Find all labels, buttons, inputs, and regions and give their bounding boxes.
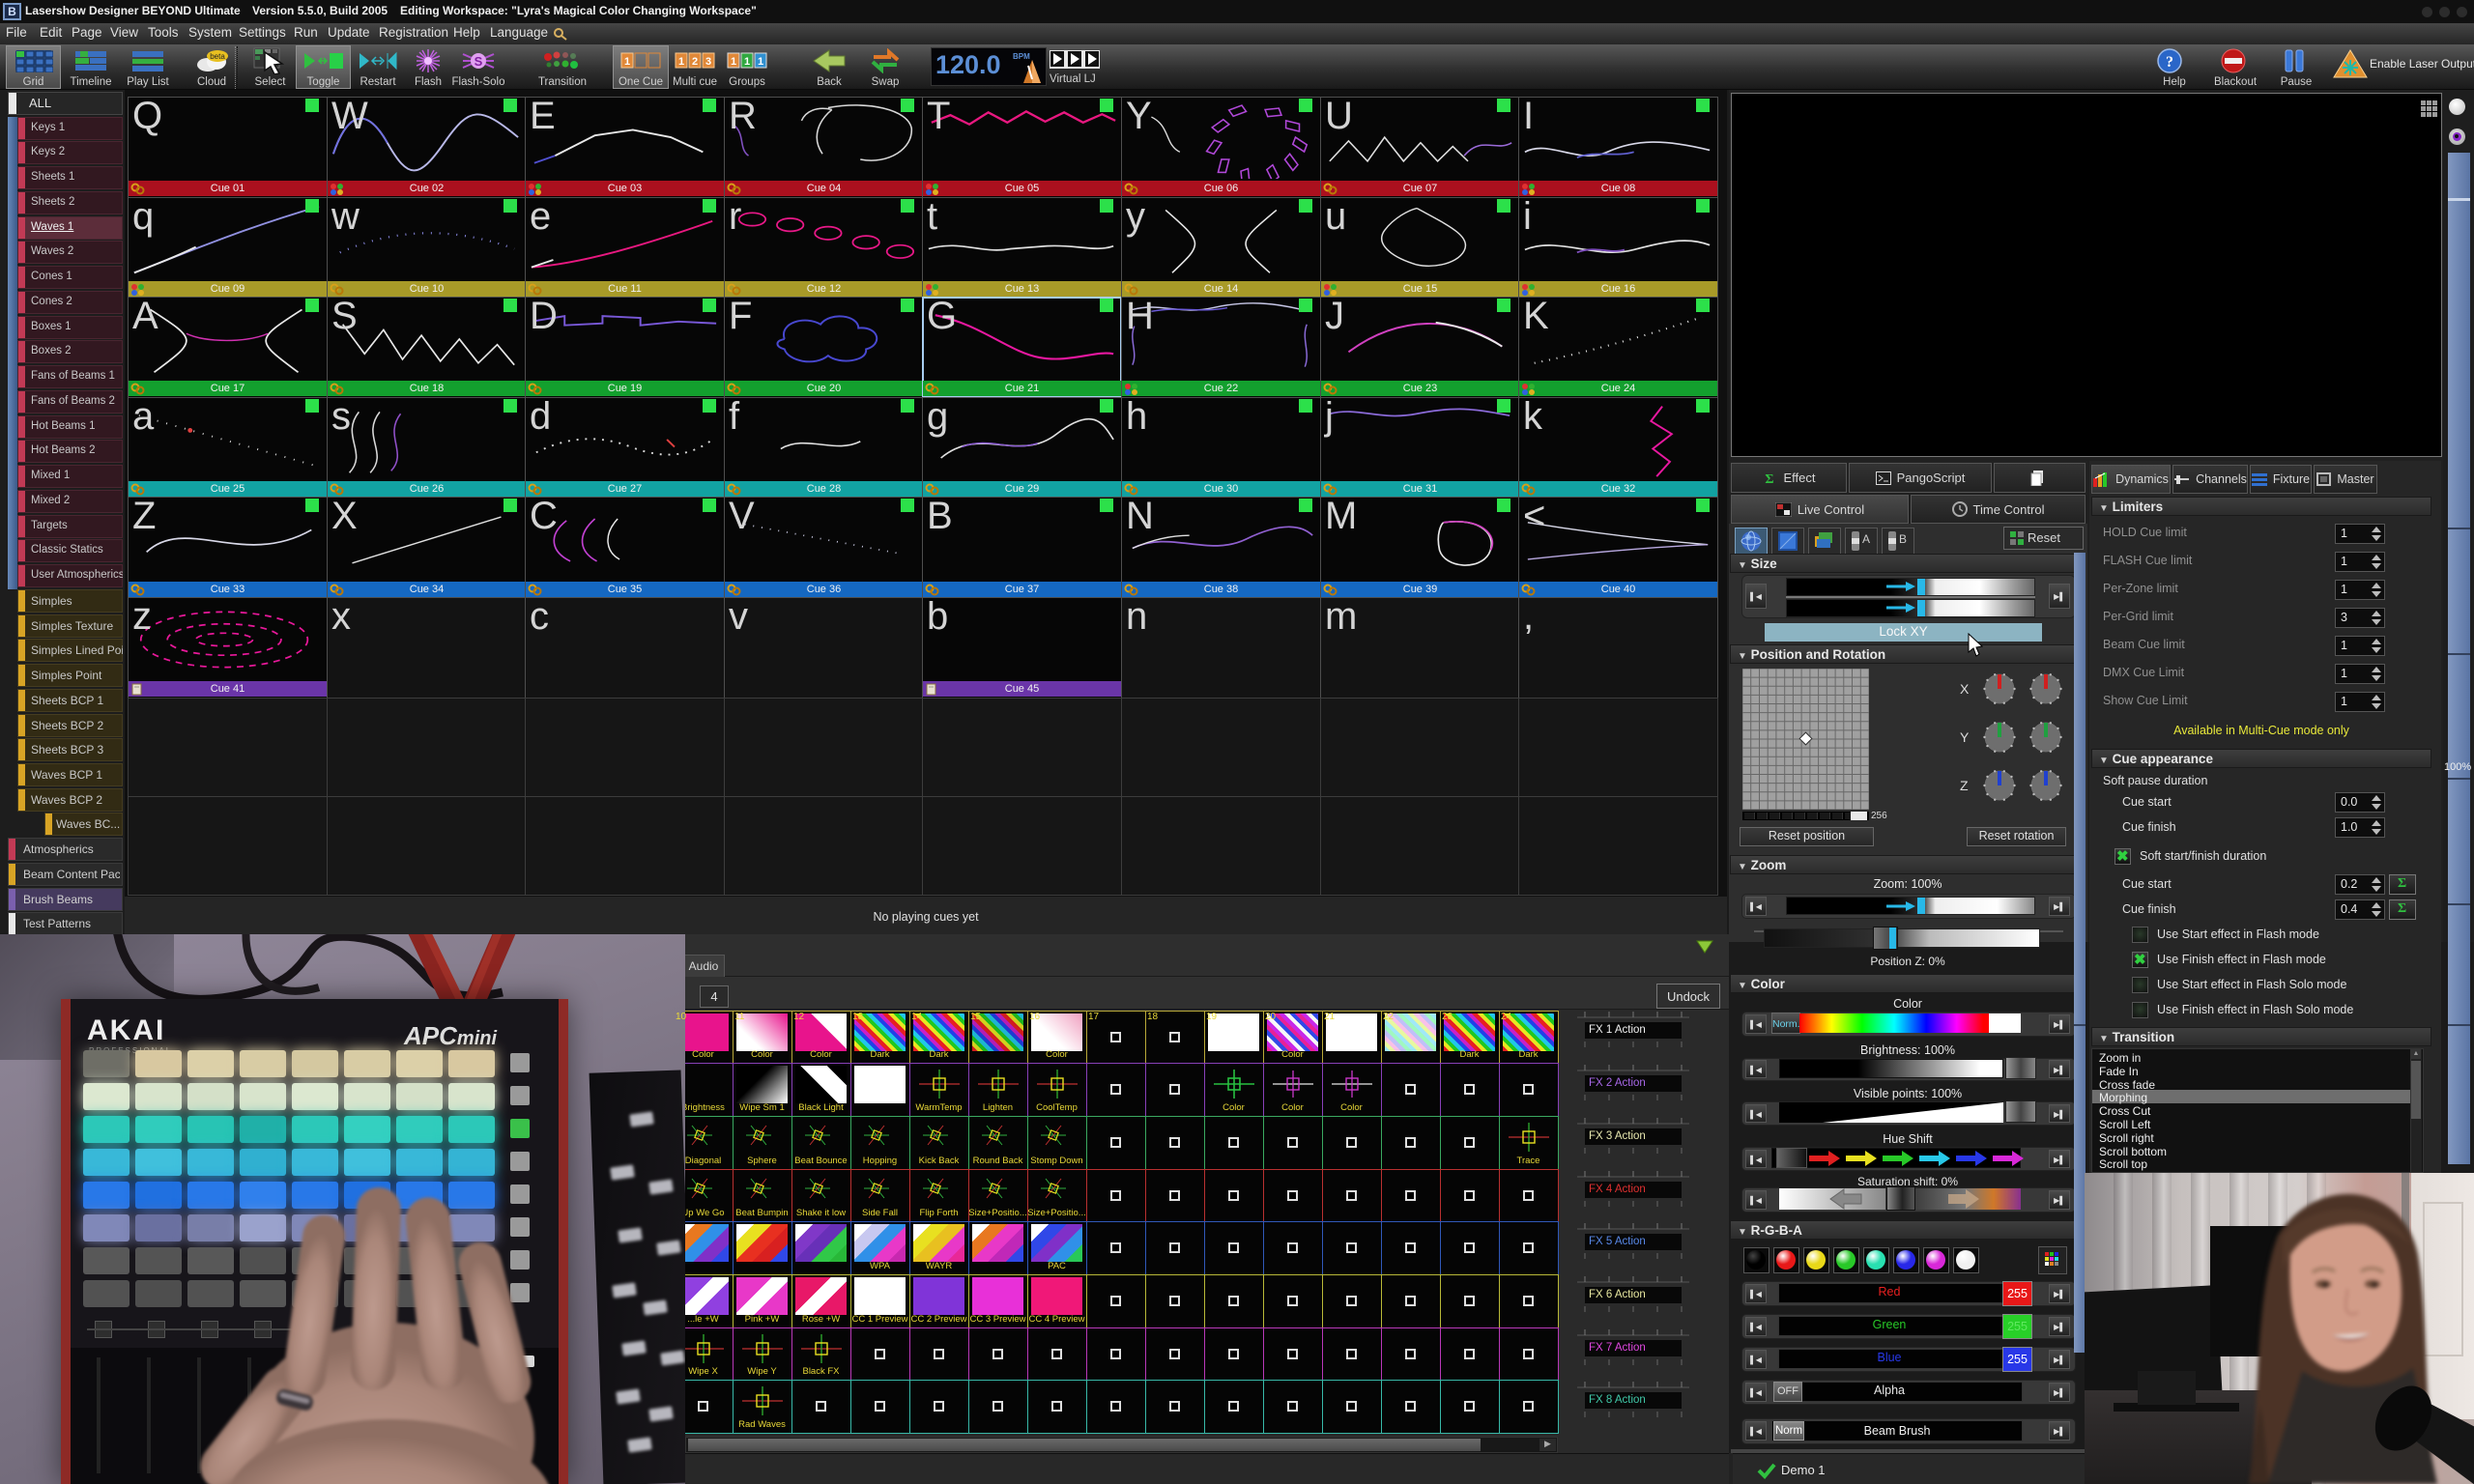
svg-text:?: ? — [2166, 54, 2173, 71]
svg-text:1: 1 — [624, 56, 630, 68]
svg-text:Σ: Σ — [1766, 472, 1774, 486]
svg-text:1: 1 — [758, 56, 763, 68]
svg-text:1: 1 — [678, 56, 684, 68]
svg-text:S: S — [475, 54, 483, 69]
svg-text:1: 1 — [731, 56, 736, 68]
svg-text:beta: beta — [210, 52, 225, 61]
svg-text:2: 2 — [692, 56, 698, 68]
svg-text:1: 1 — [744, 56, 750, 68]
svg-text:3: 3 — [705, 56, 711, 68]
